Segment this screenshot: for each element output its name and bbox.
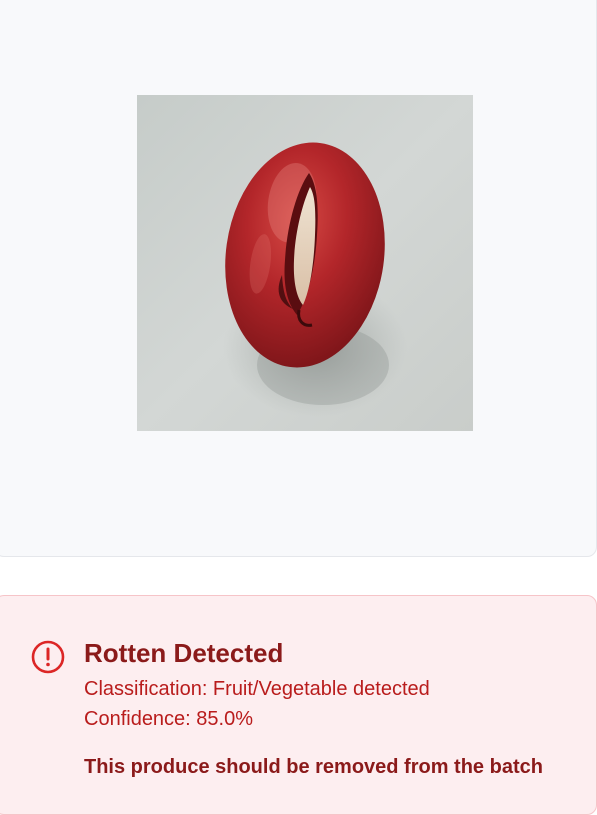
classification-text: Classification: Fruit/Vegetable detected	[84, 678, 430, 700]
produce-photo	[137, 95, 473, 431]
recommendation-text: This produce should be removed from the …	[84, 756, 543, 778]
result-title: Rotten Detected	[84, 638, 284, 668]
uploaded-produce-image	[137, 95, 473, 431]
confidence-text: Confidence: 85.0%	[84, 708, 254, 730]
exclamation-circle-icon	[30, 639, 66, 675]
result-alert	[0, 595, 597, 815]
